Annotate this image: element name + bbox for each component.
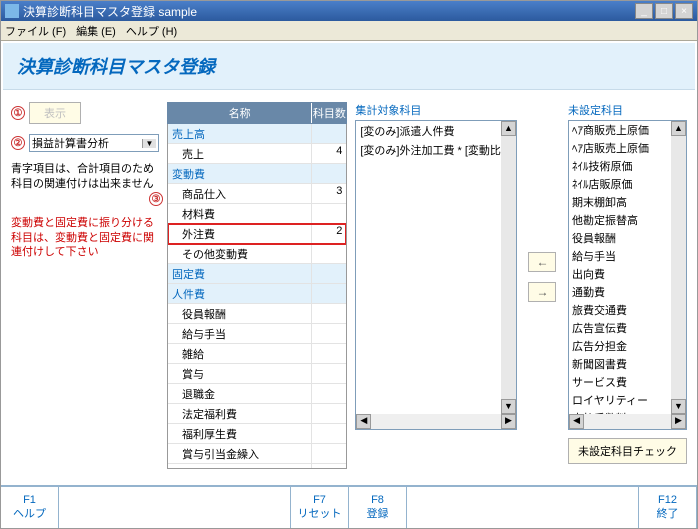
menubar: ファイル (F) 編集 (E) ヘルプ (H) — [1, 21, 697, 41]
list-item[interactable]: ﾍｱ店販売上原価 — [569, 139, 686, 157]
maximize-button[interactable]: □ — [655, 3, 673, 19]
close-button[interactable]: × — [675, 3, 693, 19]
f12-exit[interactable]: F12終了 — [639, 487, 697, 528]
f1-help[interactable]: F1ヘルプ — [1, 487, 59, 528]
titlebar: 決算診断科目マスタ登録 sample _ □ × — [1, 1, 697, 21]
annotation-3: ③ — [149, 192, 163, 206]
table-row[interactable]: 商品仕入3 — [168, 184, 346, 204]
app-icon — [5, 4, 19, 18]
list-item[interactable]: 通勤費 — [569, 283, 686, 301]
list-item[interactable]: ﾈｲﾙ技術原価 — [569, 157, 686, 175]
unset-subjects-list[interactable]: ﾍｱ商販売上原価ﾍｱ店販売上原価ﾈｲﾙ技術原価ﾈｲﾙ店販原価期末棚卸高他勘定振替… — [568, 120, 687, 430]
f7-reset[interactable]: F7リセット — [291, 487, 349, 528]
hscrollbar[interactable]: ◀▶ — [356, 414, 516, 429]
table-row[interactable]: 福利厚生費 — [168, 424, 346, 444]
list-item[interactable]: 広告宣伝費 — [569, 319, 686, 337]
table-row[interactable]: 雑給 — [168, 344, 346, 364]
vscrollbar[interactable]: ▲▼ — [671, 121, 686, 414]
page-title: 決算診断科目マスタ登録 — [17, 53, 681, 79]
table-row[interactable]: 変動費 — [168, 164, 346, 184]
window-title: 決算診断科目マスタ登録 sample — [23, 3, 197, 20]
function-key-bar: F1ヘルプ F7リセット F8登録 F12終了 — [1, 485, 697, 528]
menu-edit[interactable]: 編集 (E) — [76, 23, 116, 39]
report-type-select[interactable]: 損益計算書分析 ▼ — [29, 134, 159, 152]
target-subjects-list[interactable]: [変のみ]派遣人件費[変のみ]外注加工費 * [変動比率▲▼ ◀▶ — [355, 120, 517, 430]
list-item[interactable]: ﾍｱ商販売上原価 — [569, 121, 686, 139]
table-row[interactable]: 売上4 — [168, 144, 346, 164]
list-item[interactable]: ロイヤリティー — [569, 391, 686, 409]
dropdown-icon: ▼ — [142, 139, 156, 148]
vscrollbar[interactable]: ▲▼ — [501, 121, 516, 414]
annotation-2: ② — [11, 136, 25, 150]
table-row[interactable]: 退職金 — [168, 384, 346, 404]
combo-value: 損益計算書分析 — [32, 135, 109, 151]
move-left-button[interactable]: ← — [528, 252, 556, 272]
list-item[interactable]: 新聞図書費 — [569, 355, 686, 373]
hscrollbar[interactable]: ◀▶ — [569, 414, 686, 429]
table-row[interactable]: その他変動費 — [168, 244, 346, 264]
list-item[interactable]: サービス費 — [569, 373, 686, 391]
table-header: 名称 科目数 — [167, 102, 347, 124]
table-row[interactable]: 売上高 — [168, 124, 346, 144]
display-button[interactable]: 表示 — [29, 102, 81, 124]
note-variable-fixed: 変動費と固定費に振り分ける科目は、変動費と固定費に関連付けして下さい — [11, 216, 159, 261]
col-name: 名称 — [168, 103, 311, 123]
minimize-button[interactable]: _ — [635, 3, 653, 19]
list-item[interactable]: 旅費交通費 — [569, 301, 686, 319]
middle-panel-label: 集計対象科目 — [355, 102, 517, 118]
list-item[interactable]: 広告分担金 — [569, 337, 686, 355]
menu-help[interactable]: ヘルプ (H) — [126, 23, 177, 39]
table-row[interactable]: 賞与引当金繰入 — [168, 444, 346, 464]
table-row[interactable]: 材料費 — [168, 204, 346, 224]
table-row[interactable]: 給与手当 — [168, 324, 346, 344]
list-item[interactable]: 出向費 — [569, 265, 686, 283]
f8-register[interactable]: F8登録 — [349, 487, 407, 528]
list-item[interactable]: 役員報酬 — [569, 229, 686, 247]
list-item[interactable]: 給与手当 — [569, 247, 686, 265]
table-row[interactable]: 固定費 — [168, 264, 346, 284]
move-right-button[interactable]: → — [528, 282, 556, 302]
menu-file[interactable]: ファイル (F) — [5, 23, 66, 39]
list-item[interactable]: [変のみ]派遣人件費 — [356, 121, 516, 140]
list-item[interactable]: ﾈｲﾙ店販原価 — [569, 175, 686, 193]
category-table[interactable]: 売上高売上4変動費商品仕入3材料費外注費2その他変動費固定費人件費役員報酬給与手… — [167, 124, 347, 469]
annotation-1: ① — [11, 106, 25, 120]
note-blue-items: 青字項目は、合計項目のため科目の関連付けは出来ません — [11, 162, 159, 192]
table-row[interactable]: 外注費2 — [168, 224, 346, 244]
list-item[interactable]: 他勘定振替高 — [569, 211, 686, 229]
table-row[interactable]: その他人件費 — [168, 464, 346, 469]
right-panel-label: 未設定科目 — [568, 102, 687, 118]
table-row[interactable]: 人件費 — [168, 284, 346, 304]
table-row[interactable]: 役員報酬 — [168, 304, 346, 324]
list-item[interactable]: [変のみ]外注加工費 * [変動比率 — [356, 140, 516, 159]
list-item[interactable]: 期末棚卸高 — [569, 193, 686, 211]
check-unset-button[interactable]: 未設定科目チェック — [568, 438, 687, 464]
fkey-spacer — [407, 487, 639, 528]
table-row[interactable]: 賞与 — [168, 364, 346, 384]
fkey-spacer — [59, 487, 291, 528]
table-row[interactable]: 法定福利費 — [168, 404, 346, 424]
page-header: 決算診断科目マスタ登録 — [3, 43, 695, 90]
col-count: 科目数 — [311, 103, 346, 123]
